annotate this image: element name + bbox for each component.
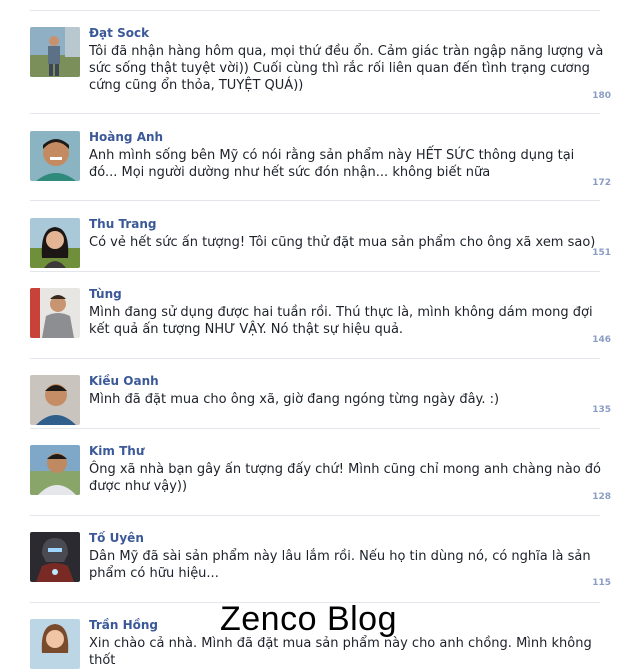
comment-text: Anh mình sống bên Mỹ có nói rằng sản phẩ… <box>89 148 575 180</box>
comment-author[interactable]: Tùng <box>89 287 122 301</box>
comment-text: Mình đã đặt mua cho ông xã, giờ đang ngó… <box>89 392 500 407</box>
avatar[interactable] <box>30 27 80 77</box>
comment-divider <box>30 428 600 429</box>
comment-divider <box>30 271 600 272</box>
comment-text: Dân Mỹ đã sài sản phẩm này lâu lắm rồi. … <box>89 549 591 581</box>
comment-author[interactable]: Đạt Sock <box>89 26 149 40</box>
man-smiling-photo-icon <box>30 131 80 181</box>
avatar[interactable] <box>30 619 80 669</box>
comment-author[interactable]: Trần Hồng <box>89 618 158 632</box>
man-portrait-photo-icon <box>30 375 80 425</box>
comment-divider <box>30 113 600 114</box>
like-count: 151 <box>592 248 611 258</box>
comment-divider <box>30 200 600 201</box>
comment-author[interactable]: Kim Thư <box>89 444 144 458</box>
like-count: 135 <box>592 405 611 415</box>
comment-author[interactable]: Thu Trang <box>89 217 156 231</box>
avatar[interactable] <box>30 375 80 425</box>
comment-text: Mình đang sử dụng được hai tuần rồi. Thú… <box>89 305 593 337</box>
avatar[interactable] <box>30 288 80 338</box>
woman-portrait-photo-icon <box>30 218 80 268</box>
like-count: 146 <box>592 335 611 345</box>
comment-author[interactable]: Kiều Oanh <box>89 374 159 388</box>
avatar[interactable] <box>30 445 80 495</box>
comment-divider <box>30 515 600 516</box>
like-count: 180 <box>592 91 611 101</box>
armored-hero-photo-icon <box>30 532 80 582</box>
avatar[interactable] <box>30 218 80 268</box>
man-outdoor-photo-icon <box>30 445 80 495</box>
person-outdoor-photo-icon <box>30 27 80 77</box>
watermark: Zenco Blog <box>220 600 397 638</box>
comment-author[interactable]: Hoàng Anh <box>89 130 163 144</box>
comment-text: Ông xã nhà bạn gây ấn tượng đấy chứ! Mìn… <box>89 462 601 494</box>
comment-list: Đạt Sock Tôi đã nhận hàng hôm qua, mọi t… <box>0 0 629 669</box>
woman-smiling-photo-icon <box>30 619 80 669</box>
comment-text: Tôi đã nhận hàng hôm qua, mọi thứ đều ổn… <box>89 44 604 93</box>
like-count: 128 <box>592 492 611 502</box>
like-count: 115 <box>592 578 611 588</box>
comment-author[interactable]: Tố Uyên <box>89 531 144 545</box>
avatar[interactable] <box>30 131 80 181</box>
comment-divider <box>30 358 600 359</box>
avatar[interactable] <box>30 532 80 582</box>
comment-text: Có vẻ hết sức ấn tượng! Tôi cũng thử đặt… <box>89 235 596 250</box>
comment-text: Xin chào cả nhà. Mình đã đặt mua sản phẩ… <box>89 636 592 668</box>
like-count: 172 <box>592 178 611 188</box>
man-grey-shirt-photo-icon <box>30 288 80 338</box>
